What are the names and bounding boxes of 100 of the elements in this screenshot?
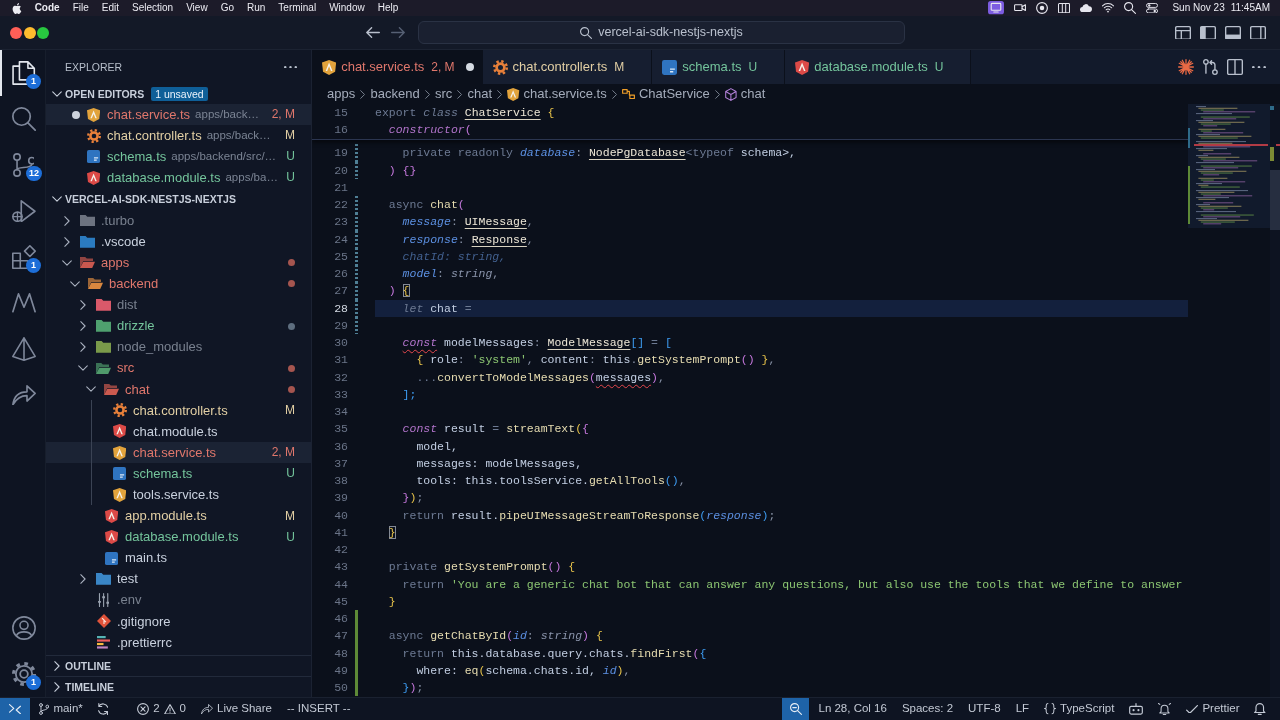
- document-row[interactable]: tools.service.ts: [46, 484, 311, 506]
- activity-bar-button[interactable]: 12: [0, 142, 45, 188]
- video-camera-icon[interactable]: [1014, 4, 1027, 12]
- breadcrumb-item[interactable]: chat: [725, 86, 766, 102]
- right-sidebar-icon[interactable]: [1250, 25, 1266, 40]
- screen-icon[interactable]: [988, 1, 1005, 15]
- breadcrumb-item[interactable]: src: [434, 86, 453, 102]
- ring-icon[interactable]: [1036, 2, 1049, 14]
- menu-item[interactable]: Go: [220, 2, 234, 14]
- minimap[interactable]: [1188, 104, 1270, 228]
- cloud-icon[interactable]: [1080, 3, 1093, 13]
- split-editor-icon[interactable]: [1227, 59, 1243, 75]
- formatter-button[interactable]: Prettier: [1180, 698, 1246, 720]
- close-window-button[interactable]: [10, 26, 22, 39]
- robot-icon[interactable]: [1129, 703, 1144, 715]
- remote-button[interactable]: [0, 698, 30, 720]
- document-row[interactable]: app.module.ts M: [46, 505, 311, 527]
- menu-item[interactable]: Terminal: [278, 2, 317, 14]
- folder-item[interactable]: src: [46, 357, 311, 379]
- folder-item[interactable]: backend: [46, 273, 311, 295]
- menu-item[interactable]: Selection: [132, 2, 174, 14]
- zoom-window-button[interactable]: [37, 26, 49, 39]
- folder-item[interactable]: chat: [46, 378, 311, 400]
- section-header[interactable]: OUTLINE: [46, 655, 311, 676]
- back-arrow-icon[interactable]: [366, 27, 380, 38]
- document-row[interactable]: database.module.ts U: [46, 526, 311, 548]
- columns-icon[interactable]: [1058, 2, 1071, 14]
- document-row[interactable]: chat.module.ts: [46, 420, 311, 443]
- command-center[interactable]: vercel-ai-sdk-nestjs-nextjs: [418, 21, 905, 44]
- breadcrumb-item[interactable]: backend: [370, 86, 420, 102]
- editor-tab[interactable]: chat.controller.ts M: [482, 50, 653, 84]
- status-bar-item[interactable]: LF: [1009, 698, 1036, 720]
- document-row[interactable]: .env: [46, 589, 311, 611]
- sync-icon[interactable]: [97, 703, 109, 715]
- menubar-date[interactable]: Sun Nov 23: [1172, 2, 1225, 14]
- status-bar-item[interactable]: -- INSERT --: [281, 698, 357, 720]
- menubar-time[interactable]: 11:45AM: [1230, 2, 1270, 14]
- more-icon[interactable]: [1252, 65, 1266, 69]
- status-bar-item[interactable]: UTF-8: [962, 698, 1007, 720]
- folder-item[interactable]: dist: [46, 294, 311, 316]
- live-share-button[interactable]: Live Share: [195, 698, 278, 720]
- path-hint: apps/ba…: [225, 170, 278, 185]
- document-row[interactable]: chat.service.ts 2, M: [46, 442, 311, 464]
- bottom-panel-icon[interactable]: [1225, 25, 1241, 40]
- line-number: 15: [333, 105, 348, 121]
- open-editor-item[interactable]: database.module.ts apps/ba… U: [46, 167, 311, 188]
- left-sidebar-icon[interactable]: [1200, 25, 1216, 40]
- status-bar-item[interactable]: Spaces: 2: [895, 698, 960, 720]
- section-header[interactable]: VERCEL-AI-SDK-NESTJS-NEXTJS: [46, 188, 311, 210]
- menu-item[interactable]: Edit: [101, 2, 119, 14]
- breadcrumb-item[interactable]: chat: [467, 86, 493, 102]
- compare-icon[interactable]: [1203, 59, 1218, 75]
- document-row[interactable]: .prettierrc: [46, 631, 311, 653]
- activity-bar-button[interactable]: 1: [0, 234, 45, 280]
- document-row[interactable]: .gitignore: [46, 610, 311, 632]
- menu-item[interactable]: Window: [329, 2, 365, 14]
- bell-icon[interactable]: [1254, 703, 1266, 715]
- document-row[interactable]: schema.ts U: [46, 463, 311, 485]
- magnifier-icon: [790, 703, 802, 715]
- menu-item[interactable]: View: [186, 2, 208, 14]
- folder-item[interactable]: apps: [46, 252, 311, 274]
- document-row[interactable]: chat.controller.ts M: [46, 399, 311, 421]
- folder-item[interactable]: node_modules: [46, 336, 311, 358]
- vertical-scrollbar[interactable]: [1270, 104, 1280, 697]
- open-editor-item[interactable]: schema.ts apps/backend/src/… U: [46, 146, 311, 167]
- menu-item[interactable]: File: [72, 2, 89, 14]
- search-icon[interactable]: [1124, 2, 1137, 14]
- bell-alert-icon[interactable]: [1158, 702, 1172, 716]
- language-button[interactable]: TypeScript: [1038, 698, 1121, 720]
- asterisk-icon[interactable]: [1178, 59, 1195, 75]
- wifi-icon[interactable]: [1102, 3, 1115, 13]
- breadcrumb-item[interactable]: apps: [327, 86, 356, 102]
- open-editor-item[interactable]: chat.controller.ts apps/back… M: [46, 125, 311, 146]
- editor-tab[interactable]: database.module.ts U: [785, 50, 972, 84]
- apple-icon[interactable]: [12, 2, 22, 14]
- folder-item[interactable]: .vscode: [46, 231, 311, 253]
- folder-item[interactable]: .turbo: [46, 210, 311, 232]
- folder-item[interactable]: test: [46, 568, 311, 590]
- breadcrumb-item[interactable]: chat.service.ts: [507, 86, 607, 102]
- menu-item[interactable]: Run: [246, 2, 266, 14]
- minimize-window-button[interactable]: [23, 26, 36, 39]
- open-editor-item[interactable]: chat.service.ts apps/back… 2, M: [46, 104, 311, 125]
- breadcrumb-item[interactable]: ChatService: [621, 86, 710, 102]
- branch-button[interactable]: main*: [33, 698, 89, 720]
- menu-item[interactable]: Help: [377, 2, 399, 14]
- more-icon[interactable]: [284, 65, 297, 69]
- line-number: 34: [333, 404, 348, 421]
- activity-bar-button[interactable]: 1: [0, 651, 45, 697]
- status-bar-item[interactable]: Ln 28, Col 16: [812, 698, 893, 720]
- document-row[interactable]: main.ts: [46, 547, 311, 569]
- layout-icon[interactable]: [1175, 25, 1191, 40]
- toggles-icon[interactable]: [1146, 2, 1159, 14]
- zoom-button[interactable]: [782, 698, 810, 720]
- section-header[interactable]: OPEN EDITORS 1 unsaved: [46, 84, 311, 104]
- editor-tab[interactable]: schema.ts U: [652, 50, 786, 84]
- editor-tab[interactable]: chat.service.ts 2, M: [312, 50, 483, 84]
- folder-item[interactable]: drizzle: [46, 315, 311, 337]
- diamond-icon: [96, 614, 111, 629]
- problems-button[interactable]: 2 0: [131, 698, 192, 720]
- app-menu[interactable]: Code: [34, 2, 60, 14]
